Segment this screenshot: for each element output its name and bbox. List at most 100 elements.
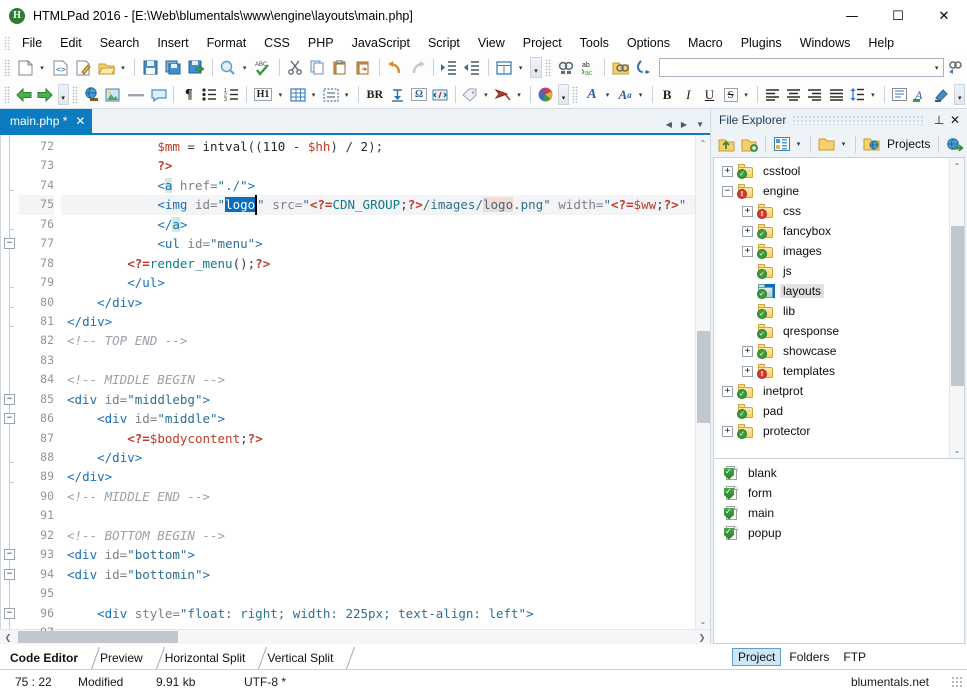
insert-image-icon[interactable] (103, 84, 122, 105)
save-icon[interactable] (140, 57, 161, 78)
paragraph-icon[interactable]: ¶ (179, 84, 198, 105)
menu-script[interactable]: Script (419, 34, 469, 52)
tree-expand-icon[interactable]: + (722, 386, 733, 397)
code-line[interactable]: <?=$bodycontent;?> (61, 429, 695, 448)
tree-item-lib[interactable]: ✓lib (714, 301, 949, 321)
code-line[interactable]: <div id="middle"> (61, 409, 695, 428)
find-in-files-icon[interactable] (610, 57, 631, 78)
tree-expand-icon[interactable]: + (742, 366, 753, 377)
tree-item-protector[interactable]: +✓protector (714, 421, 949, 441)
code-line[interactable]: <!-- MIDDLE END --> (61, 487, 695, 506)
tab-ftp[interactable]: FTP (837, 648, 872, 666)
project-tree[interactable]: +✓csstool−!engine+!css+✓fancybox+✓images… (713, 157, 965, 459)
redo-icon[interactable] (407, 57, 428, 78)
tree-scroll-up-icon[interactable]: ⌃ (950, 158, 965, 174)
code-line[interactable]: </div> (61, 467, 695, 486)
menu-tools[interactable]: Tools (571, 34, 618, 52)
split-view-icon[interactable] (494, 57, 515, 78)
tree-item-fancybox[interactable]: +✓fancybox (714, 221, 949, 241)
horizontal-rule-icon[interactable] (124, 84, 147, 105)
menu-help[interactable]: Help (859, 34, 903, 52)
tab-next-icon[interactable]: ▶ (681, 120, 687, 129)
insert-form-dropdown-icon[interactable]: ▾ (342, 84, 352, 105)
special-character-icon[interactable]: Ω (409, 84, 428, 105)
save-to-web-icon[interactable] (186, 57, 207, 78)
new-file-icon[interactable] (15, 57, 36, 78)
toolbar-grip-search[interactable] (545, 59, 552, 76)
menu-project[interactable]: Project (514, 34, 571, 52)
close-button[interactable]: ✕ (921, 0, 967, 32)
vscroll-thumb[interactable] (697, 331, 710, 423)
tree-item-layouts[interactable]: ✓layouts (714, 281, 949, 301)
code-line[interactable]: </div> (61, 448, 695, 467)
non-breaking-space-icon[interactable] (388, 84, 407, 105)
fold-toggle-icon[interactable]: − (4, 549, 15, 560)
fold-toggle-icon[interactable]: − (4, 413, 15, 424)
format-painter-icon[interactable] (494, 84, 513, 105)
forward-arrow-icon[interactable] (36, 84, 55, 105)
view-mode-icon[interactable] (771, 134, 792, 155)
editor-vertical-scrollbar[interactable]: ⌃ ⌄ (695, 135, 710, 629)
tree-item-showcase[interactable]: +✓showcase (714, 341, 949, 361)
view-mode-dropdown-icon[interactable]: ▾ (793, 134, 804, 155)
menu-php[interactable]: PHP (299, 34, 343, 52)
code-line[interactable]: <!-- BOTTOM BEGIN --> (61, 526, 695, 545)
find-icon[interactable] (556, 57, 577, 78)
tab-preview[interactable]: Preview (90, 647, 155, 669)
line-break-icon[interactable]: BR (364, 84, 387, 105)
hscroll-track[interactable] (16, 630, 694, 644)
tree-expand-icon[interactable]: + (722, 166, 733, 177)
insert-tag-icon[interactable] (461, 84, 480, 105)
code-line[interactable]: <div id="middlebg"> (61, 390, 695, 409)
goto-line-icon[interactable] (633, 57, 654, 78)
cut-icon[interactable] (285, 57, 306, 78)
tree-expand-icon[interactable]: + (742, 346, 753, 357)
maximize-button[interactable]: ☐ (875, 0, 921, 32)
strikethrough-icon[interactable]: S (721, 84, 740, 105)
tree-item-images[interactable]: +✓images (714, 241, 949, 261)
menu-format[interactable]: Format (198, 34, 256, 52)
menu-insert[interactable]: Insert (148, 34, 197, 52)
tab-project[interactable]: Project (732, 648, 781, 666)
tree-expand-icon[interactable]: + (742, 206, 753, 217)
scroll-left-icon[interactable]: ❮ (0, 630, 16, 645)
toolbar-overflow-format[interactable]: ▾ (558, 84, 569, 105)
tree-item-css[interactable]: +!css (714, 201, 949, 221)
strikethrough-dropdown-icon[interactable]: ▾ (741, 84, 751, 105)
file-explorer-close-icon[interactable]: ✕ (947, 111, 963, 129)
paste-icon[interactable] (330, 57, 351, 78)
split-view-dropdown-icon[interactable]: ▾ (515, 57, 526, 78)
new-file-dropdown-icon[interactable]: ▾ (37, 57, 48, 78)
scroll-right-icon[interactable]: ❯ (694, 630, 710, 645)
scroll-up-icon[interactable]: ⌃ (696, 135, 711, 151)
tree-expand-icon[interactable]: + (742, 226, 753, 237)
minimize-button[interactable]: — (829, 0, 875, 32)
quick-search-input[interactable]: ▾ (659, 58, 945, 77)
align-justify-icon[interactable] (827, 84, 846, 105)
menu-search[interactable]: Search (91, 34, 149, 52)
menu-grip-handle[interactable] (4, 36, 11, 50)
menu-view[interactable]: View (469, 34, 514, 52)
code-line[interactable]: </div> (61, 293, 695, 312)
code-line[interactable]: <!-- MIDDLE BEGIN --> (61, 370, 695, 389)
pin-icon[interactable]: ⊥ (931, 111, 947, 129)
code-line[interactable]: <div style="float: right; width: 225px; … (61, 604, 695, 623)
tree-item-pad[interactable]: ✓pad (714, 401, 949, 421)
back-arrow-icon[interactable] (14, 84, 33, 105)
underline-icon[interactable]: U (700, 84, 719, 105)
menu-javascript[interactable]: JavaScript (343, 34, 419, 52)
toolbar-overflow-font[interactable]: ▾ (954, 84, 965, 105)
code-line[interactable] (61, 506, 695, 525)
code-line[interactable]: <?=render_menu();?> (61, 254, 695, 273)
code-line[interactable]: </a> (61, 215, 695, 234)
menu-macro[interactable]: Macro (679, 34, 732, 52)
bulleted-list-icon[interactable] (200, 84, 219, 105)
code-line[interactable]: <img id="logo|" src="<?=CDN_GROUP;?>/ima… (61, 195, 695, 214)
menu-windows[interactable]: Windows (791, 34, 860, 52)
font-dropdown-icon[interactable]: ▾ (603, 84, 613, 105)
replace-icon[interactable]: abac (579, 57, 600, 78)
highlight-color-icon[interactable] (932, 84, 951, 105)
preview-dropdown-icon[interactable]: ▾ (239, 57, 250, 78)
heading-dropdown-icon[interactable]: ▾ (275, 84, 285, 105)
tab-prev-icon[interactable]: ◀ (666, 120, 672, 129)
